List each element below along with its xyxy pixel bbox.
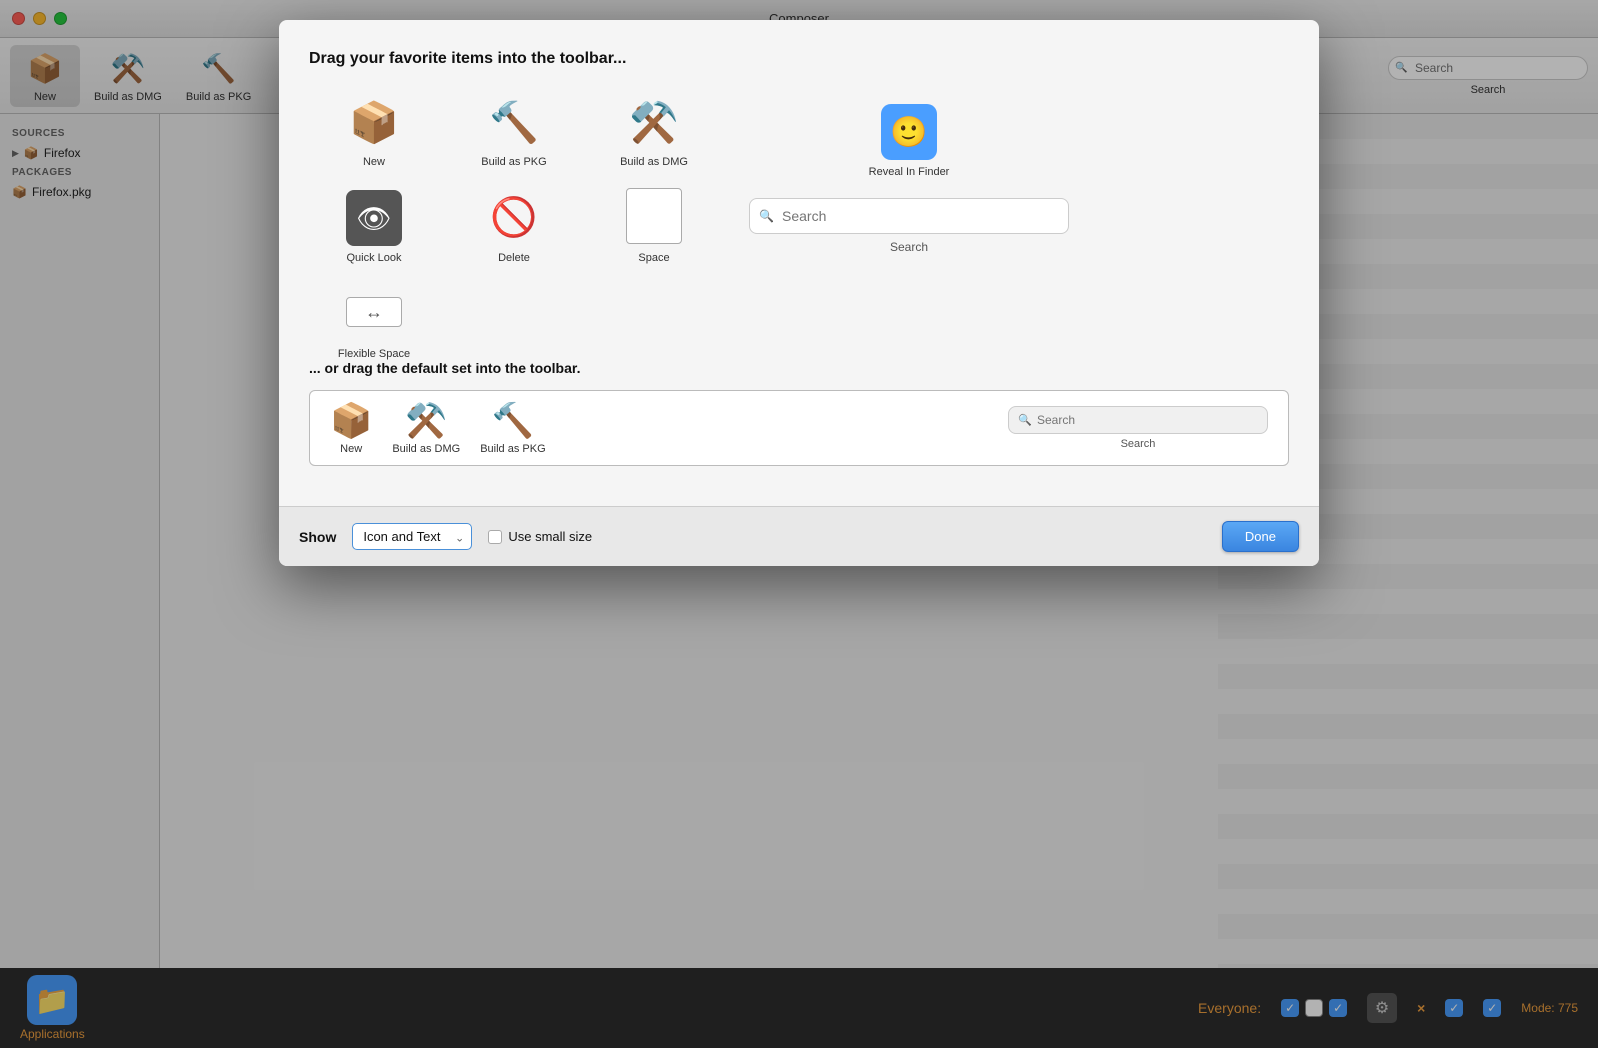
item-build-dmg[interactable]: ⚒️ Build as DMG [589,92,719,168]
small-size-text: Use small size [508,529,592,544]
modal-body: Drag your favorite items into the toolba… [279,20,1319,506]
main-items-grid: 📦 New 🔨 Build as PKG ⚒️ Build as DMG [309,92,719,360]
space-icon-shape [626,188,682,244]
window: Composer 📦 New ⚒️ Build as DMG 🔨 Build a… [0,0,1598,1048]
modal-drag-title: Drag your favorite items into the toolba… [309,50,1289,68]
delete-item-icon: 🚫 [484,188,544,248]
flex-space-item-label: Flexible Space [338,348,410,360]
item-new[interactable]: 📦 New [309,92,439,168]
default-build-dmg-label: Build as DMG [392,443,460,455]
footer-show-select[interactable]: Icon and Text Icon Only Text Only [352,523,472,550]
modal-footer: Show Icon and Text Icon Only Text Only U… [279,506,1319,566]
item-flex-space[interactable]: ↔ Flexible Space [309,284,439,360]
space-item-label: Space [638,252,669,264]
default-new-label: New [340,443,362,455]
default-build-pkg-label: Build as PKG [480,443,545,455]
modal: Drag your favorite items into the toolba… [279,20,1319,566]
quicklook-icon-shape: 👁 [346,190,402,246]
default-search-input[interactable] [1008,406,1268,434]
build-pkg-item-icon: 🔨 [484,92,544,152]
reveal-finder-item-icon: 🙂 [879,102,939,162]
modal-search-label: Search [890,240,928,254]
build-dmg-item-label: Build as DMG [620,156,688,168]
new-item-icon: 📦 [344,92,404,152]
default-new-icon: 📦 [330,401,372,441]
modal-search-input[interactable] [749,198,1069,234]
build-dmg-item-icon: ⚒️ [624,92,684,152]
quick-look-item-icon: 👁 [344,188,404,248]
default-set-title: ... or drag the default set into the too… [309,360,1289,376]
flex-space-icon-shape: ↔ [346,297,402,327]
item-search[interactable]: Search [749,198,1069,254]
default-item-new[interactable]: 📦 New [330,401,372,455]
finder-icon-shape: 🙂 [881,104,937,160]
small-size-label[interactable]: Use small size [488,529,592,544]
right-column: 🙂 Reveal In Finder Search [749,92,1069,360]
default-item-build-dmg[interactable]: ⚒️ Build as DMG [392,401,460,455]
item-build-pkg[interactable]: 🔨 Build as PKG [449,92,579,168]
quick-look-item-label: Quick Look [346,252,401,264]
modal-search-wrapper [749,198,1069,234]
reveal-finder-item-label: Reveal In Finder [869,166,950,178]
default-build-pkg-icon: 🔨 [492,401,534,441]
modal-overlay: Drag your favorite items into the toolba… [0,0,1598,1048]
item-quick-look[interactable]: 👁 Quick Look [309,188,439,264]
footer-select-wrapper: Icon and Text Icon Only Text Only [352,523,472,550]
item-reveal-finder[interactable]: 🙂 Reveal In Finder [869,102,950,178]
new-item-label: New [363,156,385,168]
items-container: 📦 New 🔨 Build as PKG ⚒️ Build as DMG [309,92,1289,360]
done-button[interactable]: Done [1222,521,1299,552]
default-item-build-pkg[interactable]: 🔨 Build as PKG [480,401,545,455]
default-search-wrapper [1008,406,1268,434]
default-search-label: Search [1121,438,1156,450]
delete-icon-shape: 🚫 [486,190,542,246]
small-size-checkbox[interactable] [488,530,502,544]
delete-item-label: Delete [498,252,530,264]
item-space[interactable]: Space [589,188,719,264]
build-pkg-item-label: Build as PKG [481,156,546,168]
footer-show-label: Show [299,529,336,545]
item-delete[interactable]: 🚫 Delete [449,188,579,264]
space-item-icon [624,188,684,248]
default-build-dmg-icon: ⚒️ [405,401,447,441]
default-item-search[interactable]: Search [1008,406,1268,450]
flex-space-item-icon: ↔ [344,284,404,344]
default-set-box: 📦 New ⚒️ Build as DMG 🔨 Build as PKG [309,390,1289,466]
